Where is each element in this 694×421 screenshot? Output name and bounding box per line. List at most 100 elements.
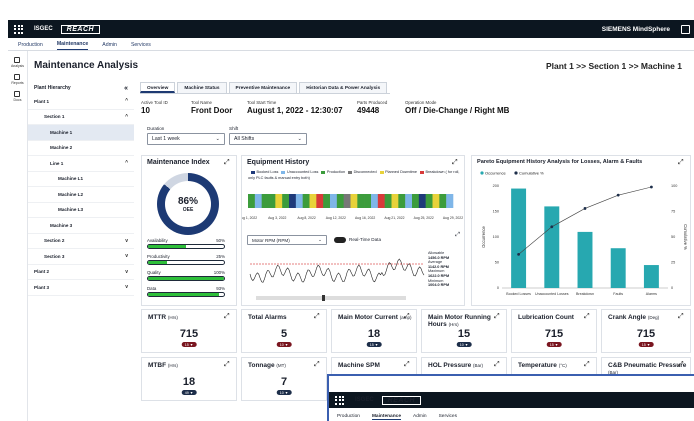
docs-icon[interactable]: Docs [14,91,21,102]
legend-marker [480,171,484,175]
chevron-icon[interactable]: v [125,253,128,259]
expand-icon[interactable]: ⤢ [314,313,321,320]
expand-icon[interactable]: ⤢ [224,313,231,320]
kpi-delta-badge: 49 ▼ [181,390,197,395]
y-tick-label: 0 [497,286,499,290]
pareto-bar [511,188,527,288]
productivity-metric: Productivity 25% [147,254,225,265]
kpi-title: Temperature (°C) [518,362,567,369]
expand-icon[interactable]: ⤢ [314,361,321,368]
overlay-window: ISGEC REACH Production Maintenance Admin… [327,374,694,421]
overlay-tab-admin[interactable]: Admin [413,414,427,420]
expand-icon[interactable]: ⤢ [494,313,501,320]
top-bar: ISGEC REACH SIEMENS MindSphere [8,20,694,38]
tab-historian[interactable]: Historian Data & Power Analysis [299,82,388,93]
expand-icon[interactable]: ⤢ [455,232,460,239]
expand-icon[interactable]: ⤢ [404,313,411,320]
kpi-card: Lubrication Count ⤢ 715 15 ▼ [511,309,597,353]
x-tick-label: Faults [613,292,623,296]
analysis-icon[interactable]: Analysis [11,57,24,68]
overlay-tab-maintenance[interactable]: Maintenance [371,414,401,420]
hierarchy-item[interactable]: Machine 2 [28,141,134,156]
x-tick-label: Unaccounted Losses [535,292,569,296]
reports-icon[interactable]: Reports [11,74,24,85]
kpi-value: 5 [280,328,288,340]
timeline-segment [309,194,317,208]
main-tabs: Overview Machine Status Preventive Maint… [140,82,390,94]
active-tool-id: Active Tool ID 10 [141,100,168,115]
hierarchy-item[interactable]: Plant 2 v [28,265,134,280]
hierarchy-item[interactable]: Section 2 v [28,234,134,249]
motor-parameter-select[interactable]: Motor RPM (RPM) ⌄ [247,235,327,245]
availability-metric: Availability 50% [147,238,225,249]
logout-icon[interactable] [681,24,690,34]
tab-machine-status[interactable]: Machine Status [177,82,227,93]
overlay-tab-production[interactable]: Production [337,414,360,420]
tab-production[interactable]: Production [18,42,43,50]
expand-icon[interactable]: ⤢ [584,313,591,320]
expand-icon[interactable]: ⤢ [224,159,231,166]
hierarchy-item[interactable]: Plant 3 v [28,280,134,296]
x-tick-label: Breakdown [576,292,594,296]
hierarchy-item[interactable]: Machine L2 [28,187,134,203]
hierarchy-item[interactable]: Machine 3 [28,218,134,234]
hierarchy-item[interactable]: Section 3 v [28,249,134,265]
parts-produced: Parts Produced 49448 [357,100,388,115]
expand-icon[interactable]: ⤢ [584,361,591,368]
hierarchy-item[interactable]: Machine L3 [28,203,134,218]
expand-icon[interactable]: ⤢ [678,361,685,368]
double-chevron-left-icon[interactable]: « [124,85,128,92]
expand-icon[interactable]: ⤢ [224,361,231,368]
pareto-chart: 200 150 100 50 0 100 75 50 25 0 Occurrence Cumulati… [480,170,688,296]
timeline-segment [412,194,420,208]
hierarchy-item[interactable]: Line 1 ^ [28,156,134,172]
tab-overview[interactable]: Overview [140,82,176,93]
hierarchy-item[interactable]: Section 1 ^ [28,110,134,125]
tab-preventive-maintenance[interactable]: Preventive Maintenance [228,82,298,93]
scroll-handle[interactable] [322,295,325,301]
app-grid-icon[interactable] [335,395,345,405]
kpi-title: Total Alarms [248,314,287,321]
expand-icon[interactable]: ⤢ [494,361,501,368]
module-tabs: Production Maintenance Admin Services [8,38,694,51]
realtime-toggle[interactable] [334,237,346,243]
expand-icon[interactable]: ⤢ [678,313,685,320]
chevron-icon[interactable]: ^ [125,98,128,104]
timeline-segment [261,194,269,208]
timeline-segment [418,194,426,208]
kpi-title: MTTR (Hrs) [148,314,178,321]
cumulative-point [650,185,653,189]
overlay-tab-services[interactable]: Services [439,414,457,420]
chevron-icon[interactable]: ^ [125,160,128,166]
y-axis-label: Occurrence [481,226,486,248]
shift-label: Shift [229,126,239,131]
app-grid-icon[interactable] [14,24,24,34]
hierarchy-item[interactable]: Machine 1 [28,125,134,141]
kpi-value: 18 [367,328,381,340]
chevron-icon[interactable]: v [125,269,128,275]
kpi-delta-badge: 10 ▼ [276,390,292,395]
rpm-stat: Minimum 1004.0 RPM [428,278,450,288]
chevron-icon[interactable]: v [125,238,128,244]
chevron-icon[interactable]: ^ [125,114,128,120]
hierarchy-item[interactable]: Machine L1 [28,172,134,187]
shift-select[interactable]: All Shifts ⌄ [229,133,307,145]
tab-services[interactable]: Services [131,42,151,50]
tab-maintenance[interactable]: Maintenance [56,41,89,50]
expand-icon[interactable]: ⤢ [404,361,411,368]
y2-tick-label: 0 [671,286,673,290]
time-scrollbar[interactable] [256,296,406,300]
hierarchy-item-label: Machine 3 [50,222,73,228]
kpi-value: 715 [179,328,199,340]
hierarchy-item-label: Section 2 [44,238,65,244]
tab-admin[interactable]: Admin [102,42,117,50]
kpi-value: 7 [280,376,288,388]
timeline-segment [343,194,351,208]
overlay-top-bar: ISGEC REACH [329,392,694,408]
timeline-segment [439,194,447,208]
duration-select[interactable]: Last 1 week ⌄ [147,133,225,145]
chevron-icon[interactable]: v [125,284,128,290]
oee-label: OEE [182,206,194,213]
chevron-down-icon: ⌄ [215,136,220,142]
hierarchy-item[interactable]: Plant 1 ^ [28,94,134,110]
